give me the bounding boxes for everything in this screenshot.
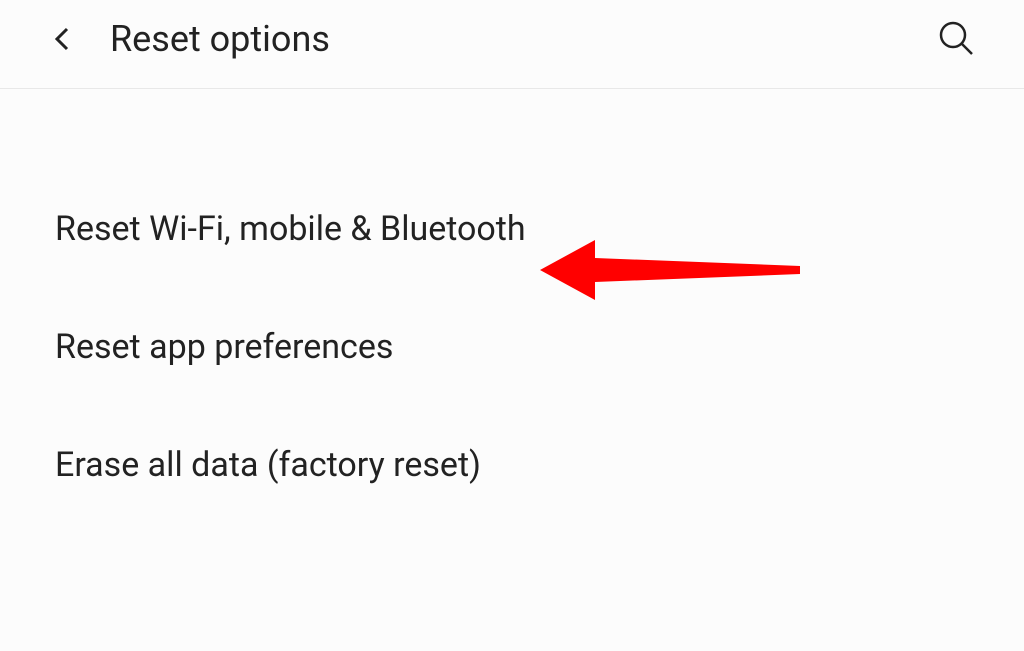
list-item-label: Reset app preferences	[55, 327, 393, 367]
options-list: Reset Wi-Fi, mobile & Bluetooth Reset ap…	[0, 89, 1024, 533]
back-icon[interactable]	[50, 27, 74, 51]
page-title: Reset options	[110, 18, 330, 60]
option-erase-all-data[interactable]: Erase all data (factory reset)	[0, 415, 1024, 533]
search-icon[interactable]	[936, 18, 976, 58]
option-reset-app-preferences[interactable]: Reset app preferences	[0, 297, 1024, 415]
option-reset-wifi-mobile-bluetooth[interactable]: Reset Wi-Fi, mobile & Bluetooth	[0, 179, 1024, 297]
header: Reset options	[0, 0, 1024, 89]
list-item-label: Reset Wi-Fi, mobile & Bluetooth	[55, 209, 526, 249]
list-item-label: Erase all data (factory reset)	[55, 445, 481, 485]
